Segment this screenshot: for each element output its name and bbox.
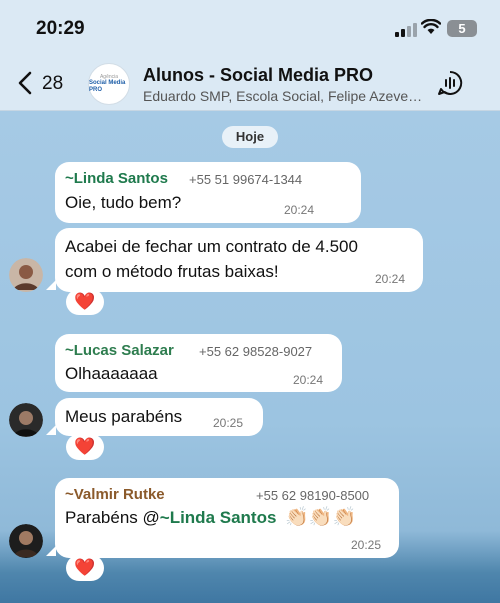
sender-name[interactable]: ~Lucas Salazar <box>65 342 174 359</box>
signal-icon <box>395 21 417 37</box>
logo-text: Social Media PRO <box>89 80 126 93</box>
message-bubble[interactable]: Acabei de fechar um contrato de 4.500 co… <box>55 228 423 292</box>
message-bubble[interactable]: ~Valmir Rutke +55 62 98190-8500 Parabéns… <box>55 478 399 558</box>
mention-link[interactable]: ~Linda Santos <box>160 508 277 527</box>
chat-header: 28 Agência Social Media PRO Alunos - Soc… <box>0 56 500 111</box>
group-call-icon[interactable] <box>436 69 464 97</box>
bubble-tail <box>46 425 56 435</box>
sender-phone: +55 62 98528-9027 <box>199 344 313 359</box>
message-text: Olhaaaaaaa <box>65 364 158 383</box>
message-text: Oie, tudo bem? <box>65 193 182 212</box>
avatar[interactable] <box>9 403 43 437</box>
status-bar: 20:29 5 <box>0 0 500 56</box>
avatar[interactable] <box>9 258 43 292</box>
message-text-line2: com o método frutas baixas! <box>65 262 279 281</box>
sender-phone: +55 62 98190-8500 <box>256 488 370 503</box>
message-time: 20:25 <box>213 416 244 430</box>
unread-count[interactable]: 28 <box>42 73 63 95</box>
reaction-badge[interactable]: ❤️ <box>66 555 104 581</box>
message-text-line1: Acabei de fechar um contrato de 4.500 <box>65 237 358 256</box>
wifi-icon <box>421 19 441 34</box>
chat-title[interactable]: Alunos - Social Media PRO <box>143 65 373 86</box>
status-time: 20:29 <box>36 18 85 39</box>
avatar[interactable] <box>9 524 43 558</box>
message-bubble[interactable]: ~Lucas Salazar +55 62 98528-9027 Olhaaaa… <box>55 334 342 392</box>
message-text: Meus parabéns <box>65 407 183 426</box>
message-time: 20:25 <box>351 538 382 552</box>
sender-phone: +55 51 99674-1344 <box>189 172 303 187</box>
date-separator: Hoje <box>222 126 278 148</box>
message-text-prefix: Parabéns @ <box>65 508 160 527</box>
reaction-badge[interactable]: ❤️ <box>66 289 104 315</box>
message-time: 20:24 <box>293 373 324 387</box>
sender-name[interactable]: ~Valmir Rutke <box>65 486 165 503</box>
clapping-emoji: 👏🏻👏🏻👏🏻 <box>285 507 357 528</box>
battery-indicator: 5 <box>447 20 477 37</box>
message-text: Parabéns @~Linda Santos 👏🏻👏🏻👏🏻 <box>65 506 356 530</box>
message-bubble[interactable]: ~Linda Santos +55 51 99674-1344 Oie, tud… <box>55 162 361 223</box>
message-time: 20:24 <box>375 272 406 286</box>
reaction-badge[interactable]: ❤️ <box>66 434 104 460</box>
group-avatar[interactable]: Agência Social Media PRO <box>88 63 130 105</box>
message-time: 20:24 <box>284 203 315 217</box>
sender-name[interactable]: ~Linda Santos <box>65 170 168 187</box>
chat-participants[interactable]: Eduardo SMP, Escola Social, Felipe Azeve… <box>143 88 425 104</box>
message-bubble[interactable]: Meus parabéns 20:25 <box>55 398 263 436</box>
